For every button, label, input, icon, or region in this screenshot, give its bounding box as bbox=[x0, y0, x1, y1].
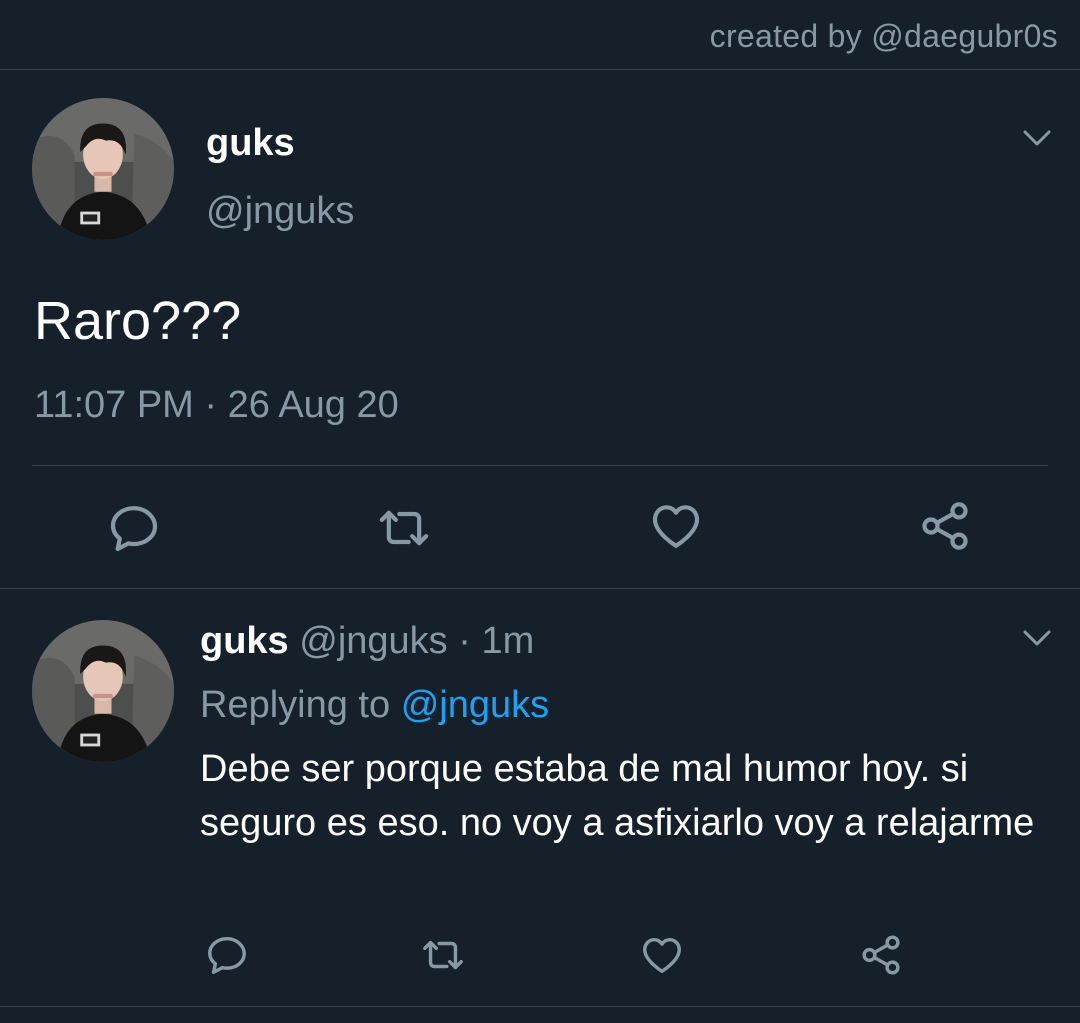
author-name[interactable]: guks bbox=[206, 122, 295, 165]
reply-icon[interactable] bbox=[204, 932, 250, 978]
share-icon[interactable] bbox=[858, 932, 904, 978]
reply-icon[interactable] bbox=[106, 500, 162, 556]
avatar[interactable] bbox=[32, 98, 174, 240]
replying-to: Replying to @jnguks bbox=[200, 684, 549, 727]
retweet-icon[interactable] bbox=[374, 500, 434, 556]
retweet-icon[interactable] bbox=[418, 932, 468, 978]
tweet-timestamp: 11:07 PM · 26 Aug 20 bbox=[34, 384, 399, 426]
top-divider bbox=[0, 69, 1080, 70]
chevron-down-icon[interactable] bbox=[1022, 128, 1052, 150]
like-icon[interactable] bbox=[639, 932, 685, 978]
avatar[interactable] bbox=[32, 620, 174, 762]
actions-divider bbox=[32, 465, 1048, 466]
like-icon[interactable] bbox=[648, 498, 704, 554]
tweet-divider bbox=[0, 588, 1080, 589]
watermark-credit: created by @daegubr0s bbox=[709, 18, 1058, 54]
reply-author-name[interactable]: guks bbox=[200, 620, 289, 662]
mention-link[interactable]: @jnguks bbox=[401, 684, 549, 726]
bottom-divider bbox=[0, 1006, 1080, 1007]
tweet-text: Raro??? bbox=[34, 291, 242, 351]
reply-header: guks @jnguks · 1m bbox=[200, 620, 534, 663]
reply-text: Debe ser porque estaba de mal humor hoy.… bbox=[200, 748, 1035, 844]
author-handle[interactable]: @jnguks bbox=[206, 190, 354, 233]
reply-handle-time: @jnguks · 1m bbox=[299, 620, 535, 662]
share-icon[interactable] bbox=[917, 498, 973, 554]
chevron-down-icon[interactable] bbox=[1022, 628, 1052, 650]
replying-to-label: Replying to bbox=[200, 684, 391, 726]
